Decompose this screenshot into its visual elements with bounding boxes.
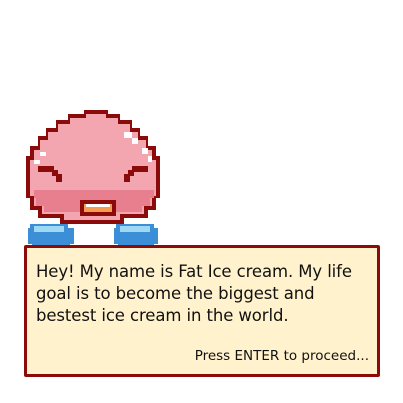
sprite-highlight — [142, 148, 148, 154]
proceed-prompt: Press ENTER to proceed... — [194, 348, 369, 364]
left-foot-highlight — [34, 226, 64, 232]
sprite-highlight — [132, 138, 138, 144]
sprite-highlight — [148, 156, 152, 162]
dialog-message: Hey! My name is Fat Ice cream. My life g… — [36, 262, 352, 325]
mouth-teeth — [86, 204, 110, 207]
right-foot-highlight — [120, 226, 150, 232]
sprite-highlight — [34, 160, 40, 164]
dialog-box: Hey! My name is Fat Ice cream. My life g… — [24, 245, 380, 377]
fat-ice-cream-sprite-icon — [26, 110, 160, 246]
character-sprite — [24, 106, 164, 250]
game-scene: Hey! My name is Fat Ice cream. My life g… — [0, 0, 403, 403]
sprite-highlight — [124, 132, 132, 138]
sprite-highlight — [40, 152, 46, 156]
